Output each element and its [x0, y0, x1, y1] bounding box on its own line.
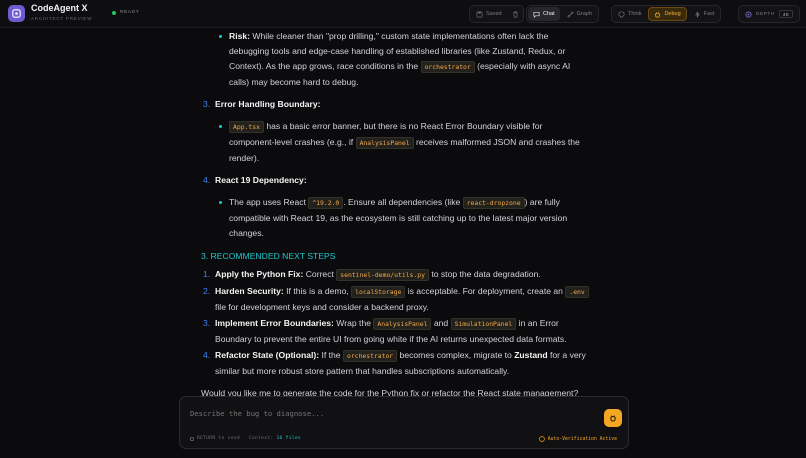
- auto-verify-status: Auto-Verification Active: [538, 436, 617, 442]
- inline-code: localStorage: [351, 286, 406, 298]
- list-item: 1. Apply the Python Fix: Correct sentinel…: [203, 269, 541, 281]
- check-circle-icon: [538, 436, 545, 442]
- list-item: Risk: While cleaner than "prop drilling,…: [200, 29, 590, 90]
- list-item: The app uses React ^19.2.0. Ensure all d…: [200, 195, 590, 241]
- send-button[interactable]: [604, 409, 622, 427]
- depth-label: DEPTH: [756, 11, 775, 17]
- mode-think[interactable]: Think: [613, 7, 646, 21]
- inline-code: ^19.2.0: [308, 197, 344, 209]
- inline-code: orchestrator: [342, 350, 398, 362]
- tab-graph-label: Graph: [576, 11, 592, 17]
- chat-icon: [533, 11, 540, 18]
- auto-verify-label: Auto-Verification Active: [547, 436, 617, 442]
- item-title: Error Handling Boundary:: [215, 99, 321, 109]
- mode-debug[interactable]: Debug: [648, 7, 687, 21]
- app-logo-icon: [12, 9, 21, 18]
- keyboard-icon: [190, 436, 194, 441]
- bug-icon: [610, 415, 616, 422]
- depth-control: DEPTH 4K: [738, 5, 801, 23]
- tab-graph[interactable]: Graph: [562, 7, 597, 21]
- prompt-input[interactable]: [190, 409, 580, 418]
- delete-button[interactable]: [509, 7, 522, 21]
- list-item: 4. React 19 Dependency:: [203, 175, 307, 185]
- depth-value: 4K: [778, 10, 794, 18]
- save-label: Saved: [486, 11, 502, 17]
- inline-code: react-dropzone: [462, 197, 525, 209]
- mode-tabs: Think Debug Fast: [611, 5, 722, 23]
- inline-code: .env: [565, 286, 589, 298]
- section-heading: 3. RECOMMENDED NEXT STEPS: [201, 251, 336, 261]
- inline-code: SimulationPanel: [450, 318, 517, 330]
- list-item: 3. Error Handling Boundary:: [203, 99, 321, 109]
- inline-code: AnalysisPanel: [373, 318, 432, 330]
- top-bar: CodeAgent X ARCHITECT PREVIEW READY Save…: [0, 0, 806, 28]
- app-logo: [8, 5, 25, 22]
- inline-code: App.tsx: [229, 121, 264, 133]
- graph-icon: [567, 11, 574, 17]
- save-icon: [476, 11, 483, 17]
- mode-fast[interactable]: Fast: [689, 7, 720, 21]
- inline-code: AnalysisPanel: [355, 137, 414, 149]
- inline-code: orchestrator: [420, 61, 475, 73]
- lightning-icon: [694, 11, 700, 17]
- status-text: READY: [120, 10, 140, 15]
- list-item: 2. Harden Security: If this is a demo, lo…: [200, 284, 590, 315]
- composer: RETURN to send Context: 16 files Auto-Ve…: [179, 396, 629, 449]
- app-title: CodeAgent X: [31, 3, 88, 13]
- status-indicator: READY: [112, 10, 140, 15]
- app-subtitle: ARCHITECT PREVIEW: [31, 16, 93, 21]
- mode-fast-label: Fast: [703, 11, 715, 17]
- context-count: 16 files: [276, 436, 301, 441]
- layers-icon: [745, 11, 752, 17]
- tab-chat[interactable]: Chat: [528, 7, 560, 21]
- item-title: React 19 Dependency:: [215, 175, 307, 185]
- inline-code: sentinel-demo/utils.py: [336, 269, 429, 281]
- mode-think-label: Think: [628, 11, 642, 17]
- status-dot-icon: [112, 10, 116, 15]
- brain-icon: [618, 11, 625, 17]
- save-group: Saved: [469, 5, 524, 23]
- list-item: 4. Refactor State (Optional): If the orch…: [203, 350, 586, 376]
- list-item: App.tsx has a basic error banner, but th…: [200, 119, 590, 166]
- depth-selector[interactable]: DEPTH 4K: [740, 10, 798, 18]
- mode-debug-label: Debug: [664, 11, 681, 17]
- return-hint: RETURN to send: [197, 436, 240, 441]
- bug-icon: [655, 11, 661, 17]
- composer-hints: RETURN to send Context: 16 files: [190, 436, 301, 441]
- assistant-message: Risk: While cleaner than "prop drilling,…: [200, 28, 590, 401]
- risk-label: Risk:: [229, 31, 251, 41]
- tab-chat-label: Chat: [543, 11, 555, 17]
- list-item: 3. Implement Error Boundaries: Wrap the A…: [203, 318, 567, 344]
- save-button[interactable]: Saved: [471, 7, 507, 21]
- context-label: Context:: [248, 436, 274, 441]
- view-tabs: Chat Graph: [526, 5, 599, 23]
- trash-icon: [512, 11, 518, 17]
